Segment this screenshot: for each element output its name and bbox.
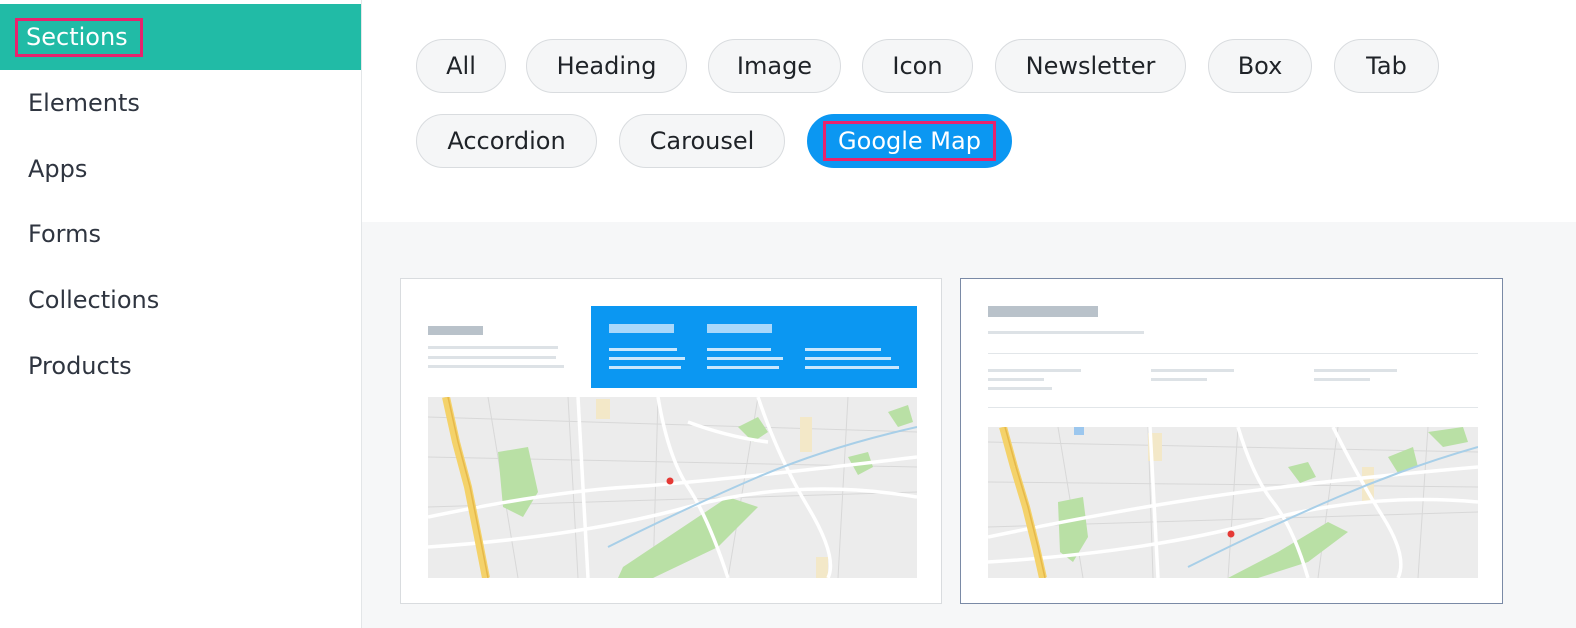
chip-label: Box — [1237, 52, 1283, 80]
placeholder-text-line — [707, 366, 779, 369]
map-preview — [988, 427, 1478, 578]
template-card-map-with-info-columns[interactable] — [960, 278, 1503, 604]
divider — [988, 353, 1478, 354]
placeholder-text-line — [609, 357, 685, 360]
sidebar-item-label: Sections — [15, 17, 143, 57]
contact-info-panel — [591, 306, 917, 388]
placeholder-text-line — [428, 356, 556, 359]
chip-icon[interactable]: Icon — [862, 39, 973, 93]
sidebar-item-label: Products — [28, 352, 132, 380]
placeholder-heading — [428, 326, 483, 335]
sidebar-item-label: Collections — [28, 286, 160, 314]
placeholder-heading — [707, 324, 772, 333]
divider — [988, 407, 1478, 408]
sidebar-item-label: Apps — [28, 155, 88, 183]
chip-all[interactable]: All — [416, 39, 506, 93]
chip-label: Icon — [892, 52, 943, 80]
placeholder-text-line — [805, 348, 881, 351]
placeholder-text-line — [428, 365, 564, 368]
category-filters: All Heading Image Icon Newsletter Box Ta… — [362, 0, 1576, 222]
chip-label: Carousel — [649, 127, 755, 155]
placeholder-text-line — [805, 366, 899, 369]
sidebar-item-label: Elements — [28, 89, 140, 117]
placeholder-heading — [609, 324, 674, 333]
map-image — [988, 427, 1478, 578]
placeholder-text-line — [1314, 369, 1397, 372]
chip-newsletter[interactable]: Newsletter — [995, 39, 1186, 93]
chip-carousel[interactable]: Carousel — [619, 114, 785, 168]
template-gallery — [362, 222, 1576, 628]
chip-tab[interactable]: Tab — [1334, 39, 1439, 93]
sidebar-item-sections[interactable]: Sections — [0, 4, 361, 70]
template-card-map-with-contact-panel[interactable] — [400, 278, 942, 604]
placeholder-text-line — [988, 369, 1081, 372]
placeholder-text-line — [988, 378, 1044, 381]
placeholder-text-line — [1151, 369, 1234, 372]
placeholder-text-line — [707, 357, 783, 360]
chip-google-map[interactable]: Google Map — [807, 114, 1012, 168]
chip-heading[interactable]: Heading — [526, 39, 687, 93]
sidebar-item-elements[interactable]: Elements — [0, 70, 361, 136]
map-preview — [428, 397, 917, 578]
placeholder-text-line — [707, 348, 771, 351]
chip-label: Image — [736, 52, 813, 80]
chip-accordion[interactable]: Accordion — [416, 114, 597, 168]
sidebar-item-products[interactable]: Products — [0, 333, 361, 399]
map-image — [428, 397, 917, 578]
placeholder-text-line — [988, 387, 1052, 390]
sidebar-item-collections[interactable]: Collections — [0, 267, 361, 333]
chip-label: Tab — [1366, 52, 1407, 80]
sidebar-item-apps[interactable]: Apps — [0, 136, 361, 202]
chip-label: Accordion — [447, 127, 566, 155]
sidebar-item-label: Forms — [28, 220, 101, 248]
chip-label: Google Map — [823, 121, 996, 161]
placeholder-heading — [988, 306, 1098, 317]
placeholder-text-line — [609, 366, 681, 369]
placeholder-text-line — [1314, 378, 1370, 381]
chip-label: Newsletter — [1025, 52, 1156, 80]
placeholder-text-line — [1151, 378, 1207, 381]
placeholder-text-line — [428, 346, 558, 349]
chip-label: All — [446, 52, 476, 80]
placeholder-text-line — [988, 331, 1144, 334]
chip-label: Heading — [556, 52, 657, 80]
placeholder-text-line — [609, 348, 677, 351]
sidebar-item-forms[interactable]: Forms — [0, 201, 361, 267]
placeholder-text-line — [805, 357, 891, 360]
sidebar: Sections Elements Apps Forms Collections… — [0, 0, 362, 628]
chip-box[interactable]: Box — [1208, 39, 1312, 93]
chip-image[interactable]: Image — [708, 39, 841, 93]
